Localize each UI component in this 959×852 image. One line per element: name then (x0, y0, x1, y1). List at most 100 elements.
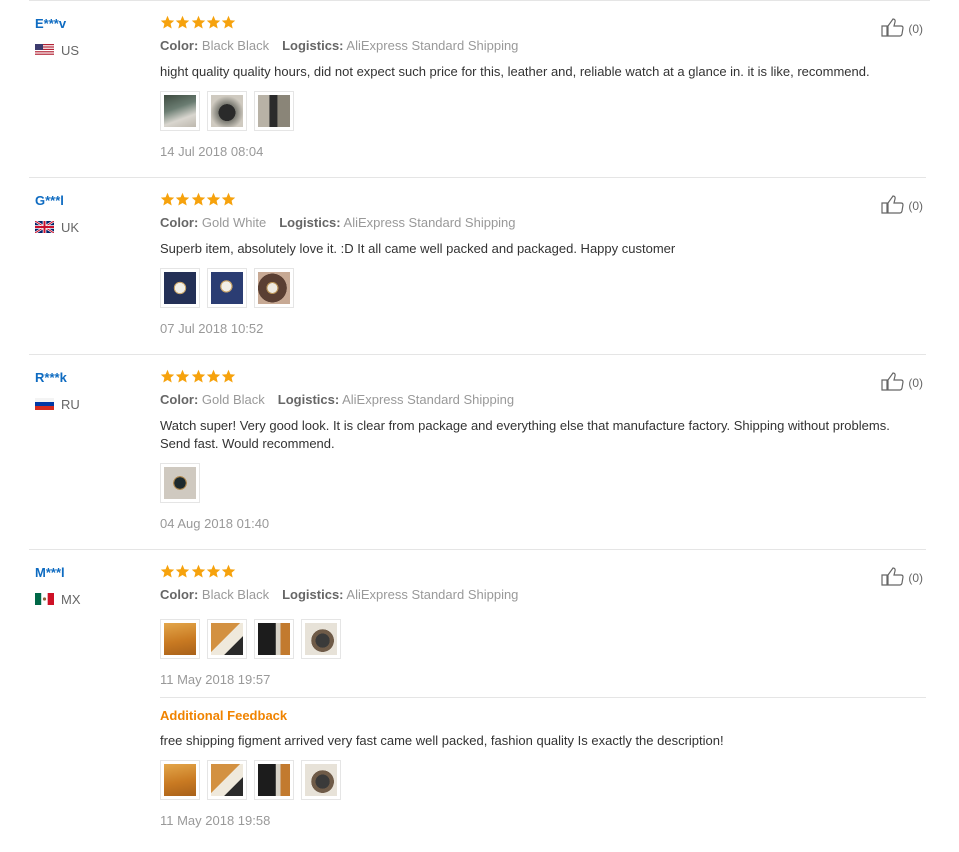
helpful-button[interactable]: (0) (881, 194, 923, 217)
logistics-label: Logistics: (282, 38, 344, 53)
review-photo-thumbnail[interactable] (207, 268, 247, 308)
reviewer-name[interactable]: G***l (35, 194, 145, 208)
uk-flag-icon (35, 221, 54, 233)
review-date: 07 Jul 2018 10:52 (160, 321, 264, 336)
reviewer-info: M***l MX (35, 566, 145, 607)
reviewer-info: R***k RU (35, 371, 145, 412)
review-meta: Color: Black Black Logistics: AliExpress … (160, 38, 926, 53)
logistics-value: AliExpress Standard Shipping (342, 392, 515, 407)
reviewer-name[interactable]: E***v (35, 17, 145, 31)
color-value: Gold Black (201, 392, 265, 407)
additional-feedback-text: free shipping figment arrived very fast … (160, 733, 724, 748)
star-icon (206, 564, 221, 578)
review-photo-thumbnail[interactable] (160, 619, 200, 659)
reviewer-country: MX (35, 591, 145, 607)
additional-feedback-date: 11 May 2018 19:58 (160, 813, 271, 828)
ru-flag-icon (35, 398, 54, 410)
color-value: Black Black (201, 38, 270, 53)
country-code: US (61, 42, 80, 58)
star-icon (221, 15, 236, 29)
review-photo-thumbnail[interactable] (254, 760, 294, 800)
review-photo-thumbnail[interactable] (254, 91, 294, 131)
star-icon (191, 192, 205, 206)
reviewer-name[interactable]: M***l (35, 566, 145, 580)
color-label: Color: (160, 392, 199, 407)
color-label: Color: (160, 587, 199, 602)
star-icon (176, 369, 190, 383)
country-code: RU (61, 396, 80, 412)
review-meta: Color: Black Black Logistics: AliExpress … (160, 587, 926, 602)
photo-strip (160, 91, 926, 131)
logistics-label: Logistics: (279, 215, 341, 230)
review-photo-thumbnail[interactable] (207, 760, 247, 800)
star-rating (160, 15, 926, 33)
star-icon (206, 369, 221, 383)
photo-strip (160, 268, 926, 308)
thumbs-up-icon (881, 566, 908, 589)
color-value: Black Black (201, 587, 270, 602)
color-label: Color: (160, 38, 199, 53)
review-photo-thumbnail[interactable] (207, 619, 247, 659)
star-icon (176, 15, 190, 29)
star-icon (191, 369, 205, 383)
reviewer-name[interactable]: R***k (35, 371, 145, 385)
review-photo-thumbnail[interactable] (160, 760, 200, 800)
review-photo-thumbnail[interactable] (160, 268, 200, 308)
review-photo-thumbnail[interactable] (301, 760, 341, 800)
review-item: M***l MX Color: Black Black Logistics: Al… (29, 550, 926, 852)
helpful-button[interactable]: (0) (881, 371, 923, 394)
logistics-label: Logistics: (277, 392, 340, 407)
reviewer-info: E***v US (35, 17, 145, 58)
helpful-button[interactable]: (0) (881, 566, 923, 589)
star-icon (206, 15, 221, 29)
review-photo-thumbnail[interactable] (254, 619, 294, 659)
review-photo-thumbnail[interactable] (207, 91, 247, 131)
thumbs-up-icon (881, 371, 908, 394)
color-label: Color: (160, 215, 199, 230)
additional-feedback: Additional Feedback free shipping figmen… (160, 697, 926, 828)
review-photo-thumbnail[interactable] (160, 463, 200, 503)
additional-feedback-title: Additional Feedback (160, 708, 288, 723)
review-text: hight quality quality hours, did not exp… (160, 64, 870, 79)
star-icon (221, 369, 236, 383)
review-date: 04 Aug 2018 01:40 (160, 516, 270, 531)
review-text: Watch super! Very good look. It is clear… (160, 418, 890, 451)
star-icon (176, 192, 190, 206)
reviewer-country: US (35, 42, 145, 58)
star-icon (221, 192, 236, 206)
review-photo-thumbnail[interactable] (160, 91, 200, 131)
reviewer-country: RU (35, 396, 145, 412)
helpful-count: (0) (908, 375, 923, 390)
star-rating (160, 369, 926, 387)
helpful-count: (0) (908, 21, 923, 36)
star-icon (191, 15, 205, 29)
review-date: 11 May 2018 19:57 (160, 672, 271, 687)
mx-flag-icon (35, 593, 54, 605)
country-code: UK (61, 219, 80, 235)
reviewer-info: G***l UK (35, 194, 145, 235)
star-icon (206, 192, 221, 206)
star-rating (160, 564, 926, 582)
review-meta: Color: Gold White Logistics: AliExpress S… (160, 215, 926, 230)
star-icon (176, 564, 190, 578)
star-icon (160, 369, 175, 383)
helpful-button[interactable]: (0) (881, 17, 923, 40)
country-code: MX (61, 591, 81, 607)
thumbs-up-icon (881, 194, 908, 217)
logistics-value: AliExpress Standard Shipping (343, 215, 516, 230)
thumbs-up-icon (881, 17, 908, 40)
photo-strip (160, 619, 926, 659)
helpful-count: (0) (908, 570, 923, 585)
review-photo-thumbnail[interactable] (301, 619, 341, 659)
review-item: E***v US Color: Black Black Logistics: Al… (29, 1, 926, 178)
photo-strip (160, 463, 926, 503)
star-icon (160, 15, 175, 29)
review-text: Superb item, absolutely love it. :D It a… (160, 241, 676, 256)
review-item: G***l UK Color: Gold White Logistics: Ali… (29, 178, 926, 355)
review-photo-thumbnail[interactable] (254, 268, 294, 308)
logistics-value: AliExpress Standard Shipping (346, 38, 519, 53)
star-icon (221, 564, 236, 578)
star-icon (160, 192, 175, 206)
us-flag-icon (35, 44, 54, 56)
photo-strip (160, 760, 926, 800)
